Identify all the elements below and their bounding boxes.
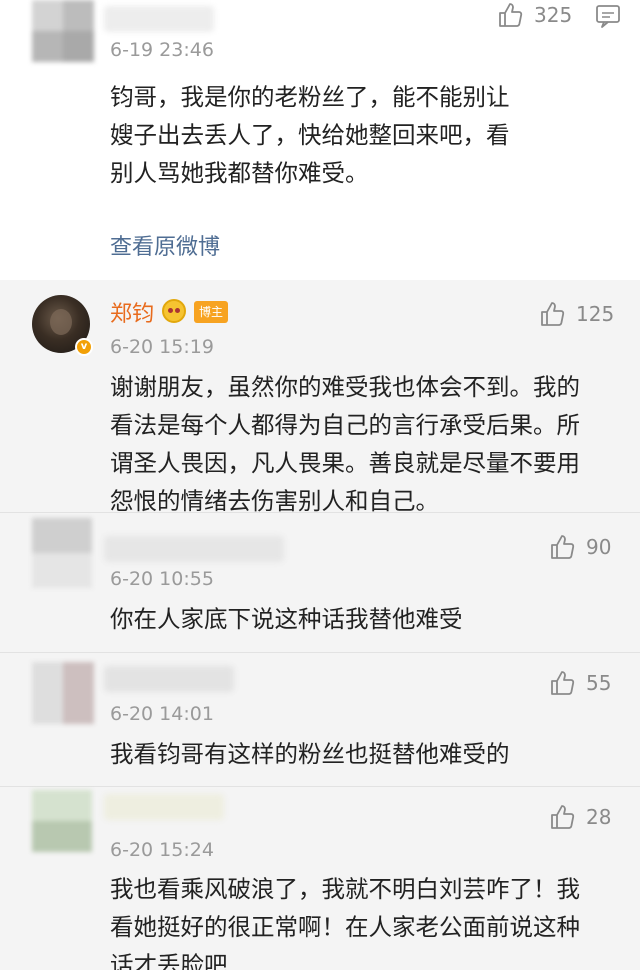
reply-text-line: 你在人家底下说这种话我替他难受 — [110, 605, 463, 633]
like-button[interactable]: 28 — [548, 802, 611, 832]
thumbs-up-icon — [548, 803, 576, 831]
like-count: 325 — [534, 3, 573, 27]
member-emoji-icon — [162, 299, 186, 323]
reply-timestamp: 6-20 10:55 — [110, 568, 214, 590]
blurred-avatar[interactable] — [32, 662, 94, 724]
reply-text-line: 我看钧哥有这样的粉丝也挺替他难受的 — [110, 740, 510, 768]
like-count: 28 — [586, 805, 612, 829]
blurred-avatar[interactable] — [32, 518, 92, 588]
like-count: 55 — [586, 671, 612, 695]
comment-bubble-icon[interactable] — [594, 2, 622, 30]
reply-text-line: 看她挺好的很正常啊！在人家老公面前说这种 — [110, 913, 580, 941]
replies-list: v 郑钧 博主 125 6-20 15:19 谢谢朋友，虽然你的难受我也体会不到… — [0, 280, 640, 970]
comment-text-line: 嫂子出去丢人了，快给她整回来吧，看 — [110, 121, 510, 149]
reply-text-line: 话才丢脸吧 — [110, 951, 228, 970]
reply-text-line: 怨恨的情绪去伤害别人和自己。 — [110, 487, 439, 515]
divider — [0, 786, 640, 787]
thumbs-up-icon — [548, 669, 576, 697]
blurred-username — [104, 6, 214, 32]
like-button[interactable]: 325 — [496, 0, 572, 30]
blurred-username — [104, 666, 234, 692]
reply-timestamp: 6-20 15:19 — [110, 336, 214, 358]
weibo-comment-page: 325 6-19 23:46 钧哥，我是你的老粉丝了，能不能别让 嫂子出去丢人了… — [0, 0, 640, 970]
reply-text: 你在人家底下说这种话我替他难受 — [110, 600, 620, 638]
comment-text-line: 钧哥，我是你的老粉丝了，能不能别让 — [110, 83, 510, 111]
like-button[interactable]: 55 — [548, 668, 611, 698]
reply-text: 我也看乘风破浪了，我就不明白刘芸咋了！我 看她挺好的很正常啊！在人家老公面前说这… — [110, 870, 620, 970]
comment-text-line: 别人骂她我都替你难受。 — [110, 159, 369, 187]
blurred-avatar[interactable] — [32, 790, 92, 852]
username[interactable]: 郑钧 — [110, 296, 154, 328]
reply-text-line: 我也看乘风破浪了，我就不明白刘芸咋了！我 — [110, 875, 580, 903]
reply-text: 我看钧哥有这样的粉丝也挺替他难受的 — [110, 735, 620, 773]
blurred-username — [104, 794, 224, 820]
original-comment-card: 325 6-19 23:46 钧哥，我是你的老粉丝了，能不能别让 嫂子出去丢人了… — [0, 0, 640, 280]
role-badge: 博主 — [194, 301, 229, 323]
divider — [0, 512, 640, 513]
comment-timestamp: 6-19 23:46 — [110, 39, 214, 61]
thumbs-up-icon — [548, 533, 576, 561]
thumbs-up-icon — [496, 1, 524, 29]
reply-text-line: 谢谢朋友，虽然你的难受我也体会不到。我的 — [110, 373, 580, 401]
like-button[interactable]: 125 — [538, 299, 614, 329]
like-count: 90 — [586, 535, 612, 559]
reply-text-line: 谓圣人畏因，凡人畏果。善良就是尽量不要用 — [110, 449, 580, 477]
avatar[interactable]: v — [32, 295, 93, 356]
like-count: 125 — [576, 302, 615, 326]
blurred-username — [104, 536, 284, 562]
blurred-avatar — [32, 0, 94, 62]
divider — [0, 652, 640, 653]
reply-timestamp: 6-20 14:01 — [110, 703, 214, 725]
comment-text: 钧哥，我是你的老粉丝了，能不能别让 嫂子出去丢人了，快给她整回来吧，看 别人骂她… — [110, 78, 610, 192]
reply-text: 谢谢朋友，虽然你的难受我也体会不到。我的 看法是每个人都得为自己的言行承受后果。… — [110, 368, 620, 520]
reply-text-line: 看法是每个人都得为自己的言行承受后果。所 — [110, 411, 580, 439]
like-button[interactable]: 90 — [548, 532, 611, 562]
verified-v-icon: v — [75, 338, 93, 356]
reply-timestamp: 6-20 15:24 — [110, 839, 214, 861]
thumbs-up-icon — [538, 300, 566, 328]
view-original-weibo-link[interactable]: 查看原微博 — [110, 229, 220, 261]
